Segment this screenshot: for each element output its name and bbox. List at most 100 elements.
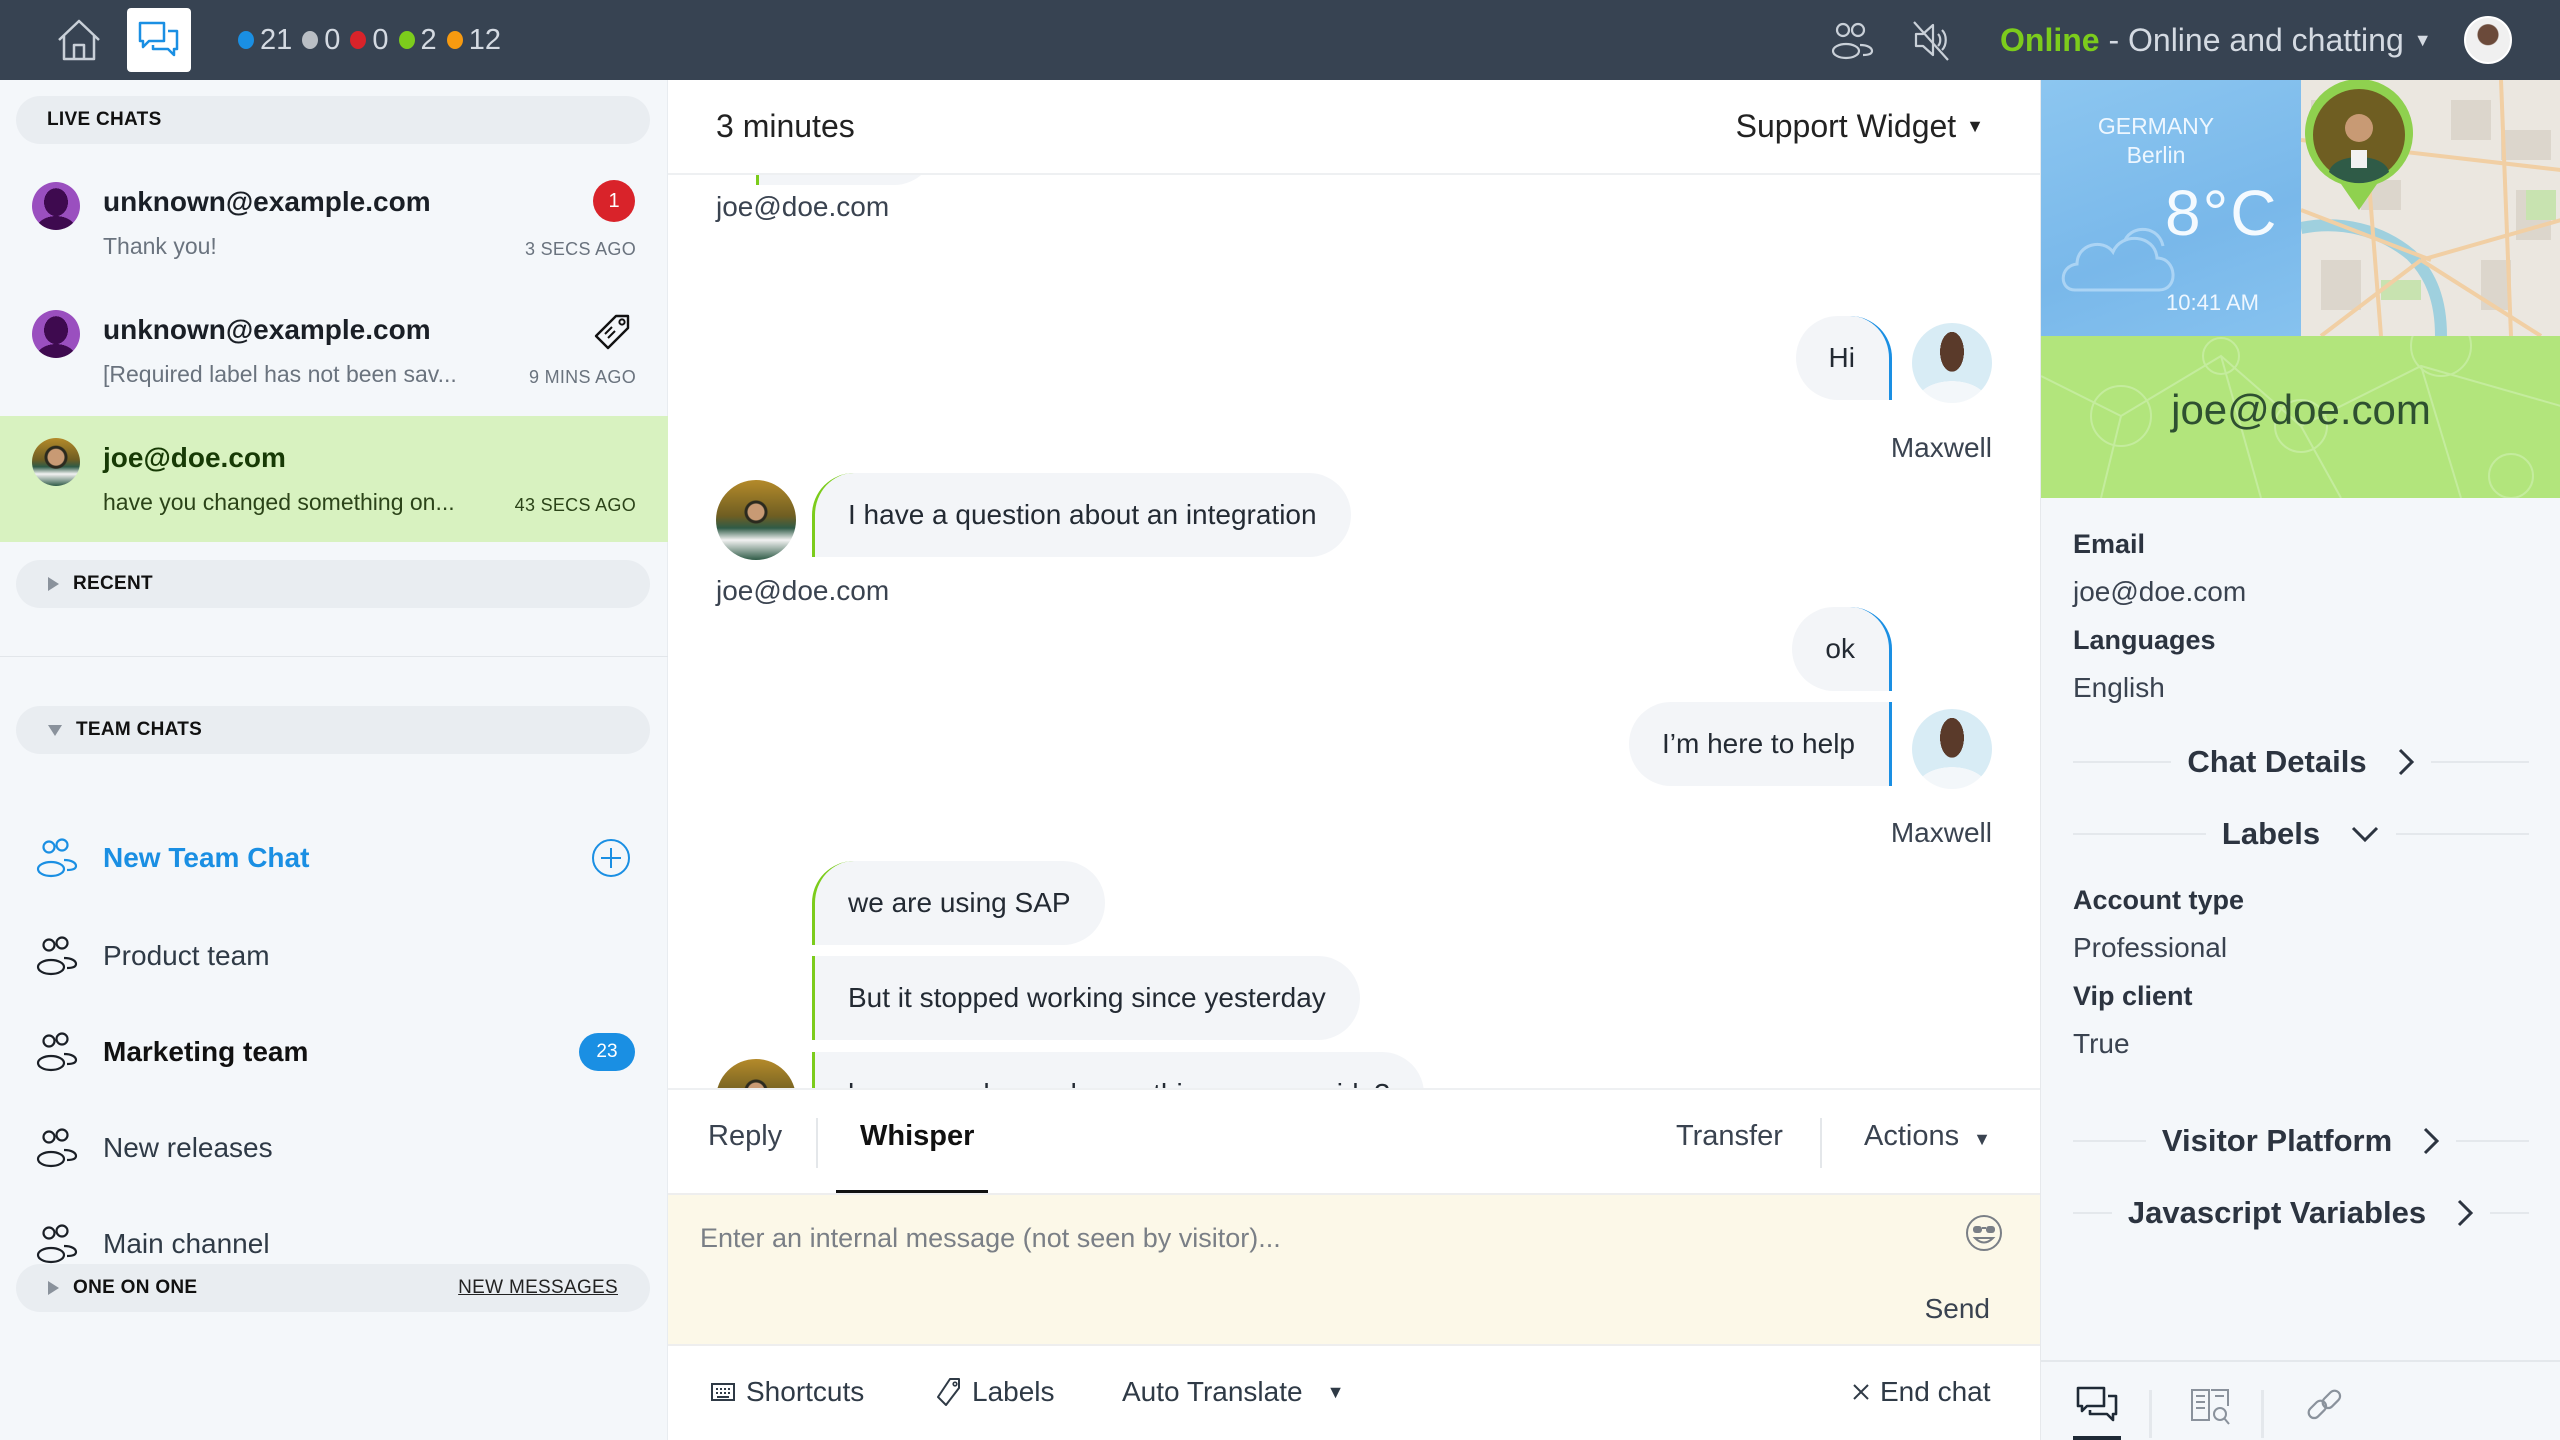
message-text: ok	[1825, 633, 1855, 664]
message-bubble-visitor: we are using SAP	[812, 861, 1105, 945]
visitor-info-panel: GERMANY Berlin 8°C 10:41 AM joe@doe.com …	[2040, 80, 2560, 1440]
team-chat-item[interactable]: Product team	[0, 916, 668, 996]
message-text: I’m here to help	[1662, 728, 1855, 759]
end-chat-button[interactable]: End chat	[1852, 1376, 1991, 1408]
label-details: Account type Professional Vip client Tru…	[2073, 876, 2529, 1068]
sender-name: Maxwell	[1890, 817, 1992, 848]
chat-status-counters: 21 0 0 2 12	[238, 18, 505, 62]
sender-name: Maxwell	[1890, 432, 1992, 463]
silhouette-avatar	[32, 182, 80, 230]
visitor-local-time: 10:41 AM	[2166, 290, 2259, 315]
team-chat-item[interactable]: Marketing team 23	[0, 1012, 668, 1092]
labels-toggle[interactable]: Labels	[2073, 804, 2529, 864]
plus-circle-icon[interactable]	[591, 838, 631, 878]
team-icon	[36, 1224, 78, 1264]
team-icon[interactable]	[1830, 20, 1874, 60]
message-text: I have a question about an integration	[848, 499, 1317, 530]
agent-avatar[interactable]	[2464, 16, 2512, 64]
chat-toolbar: Shortcuts Labels Auto Translate ▼ End ch…	[668, 1346, 2040, 1440]
counter-red[interactable]: 0	[350, 24, 389, 57]
team-chats-section-toggle[interactable]: TEAM CHATS	[16, 706, 650, 754]
message-list[interactable]: joe@doe.com Hi Maxwell I have a question…	[668, 175, 2040, 1168]
collapse-arrow-icon	[48, 724, 62, 736]
new-team-chat-button[interactable]: New Team Chat	[0, 818, 668, 898]
message-text: But it stopped working since yesterday	[848, 982, 1326, 1013]
unread-badge: 1	[593, 180, 635, 222]
caret-down-icon: ▼	[1973, 1129, 1991, 1149]
message-bubble-agent: Hi	[1795, 316, 1892, 400]
team-chat-label: Main channel	[103, 1228, 270, 1259]
one-on-one-section-toggle[interactable]: ONE ON ONE NEW MESSAGES	[16, 1264, 650, 1312]
tab-separator	[2149, 1390, 2152, 1438]
divider-line	[2430, 761, 2530, 763]
chats-nav-button[interactable]	[127, 8, 191, 72]
availability-status-dropdown[interactable]: Online - Online and chatting ▼	[2000, 18, 2432, 62]
recent-label: RECENT	[73, 573, 153, 594]
divider-line	[2073, 1212, 2112, 1214]
recent-section-toggle[interactable]: RECENT	[16, 560, 650, 608]
live-chat-item[interactable]: unknown@example.com Thank you! 1 3 SECS …	[0, 160, 668, 286]
labels-label: Labels	[972, 1376, 1055, 1407]
chevron-right-icon	[2398, 748, 2414, 776]
widget-dropdown[interactable]: Support Widget ▼	[1736, 108, 1984, 145]
field-label: Email	[2073, 529, 2146, 559]
auto-translate-label: Auto Translate	[1122, 1376, 1303, 1407]
message-bubble-visitor: I have a question about an integration	[812, 473, 1351, 557]
chevron-down-icon	[2352, 826, 2379, 843]
one-on-one-label: ONE ON ONE	[73, 1277, 198, 1298]
visitor-platform-toggle[interactable]: Visitor Platform	[2073, 1111, 2530, 1171]
close-icon	[1853, 1384, 1869, 1400]
knowledge-base-icon[interactable]	[2189, 1384, 2233, 1428]
live-chat-item-active[interactable]: joe@doe.com have you changed something o…	[0, 416, 668, 542]
chat-info-icon[interactable]	[2075, 1384, 2119, 1428]
unread-count-badge: 23	[579, 1033, 635, 1071]
agent-avatar	[1912, 323, 1992, 403]
chevron-right-icon	[2458, 1199, 2474, 1227]
chat-panel: 3 minutes Support Widget ▼ joe@doe.com H…	[668, 80, 2040, 1440]
live-chat-item[interactable]: unknown@example.com [Required label has …	[0, 288, 668, 414]
labels-button[interactable]: Labels	[936, 1376, 1055, 1408]
home-icon[interactable]	[56, 18, 102, 62]
team-chat-label: New releases	[103, 1132, 273, 1163]
auto-translate-dropdown[interactable]: Auto Translate ▼	[1122, 1376, 1344, 1408]
sender-name: joe@doe.com	[716, 575, 890, 606]
whisper-message-input[interactable]	[700, 1213, 1900, 1263]
chat-visitor-name: unknown@example.com	[103, 186, 431, 217]
joe-avatar	[716, 480, 796, 560]
sound-muted-icon[interactable]	[1910, 18, 1954, 62]
counter-orange[interactable]: 12	[446, 24, 501, 57]
new-messages-link[interactable]: NEW MESSAGES	[458, 1277, 618, 1299]
chat-duration: 3 minutes	[716, 108, 855, 144]
tag-icon	[937, 1378, 960, 1406]
team-icon	[36, 1032, 78, 1072]
joe-avatar	[32, 438, 80, 486]
team-chat-item[interactable]: New releases	[0, 1108, 668, 1188]
chat-time: 3 SECS AGO	[524, 239, 636, 259]
link-icon[interactable]	[2303, 1384, 2347, 1428]
counter-green[interactable]: 2	[398, 23, 437, 57]
chat-details-toggle[interactable]: Chat Details	[2073, 732, 2530, 792]
divider-line	[2073, 761, 2172, 763]
send-button[interactable]: Send	[1925, 1293, 1990, 1325]
tab-reply[interactable]: Reply	[708, 1120, 782, 1153]
field-value: joe@doe.com	[2073, 576, 2247, 607]
tab-whisper[interactable]: Whisper	[860, 1120, 974, 1153]
counter-value: 2	[420, 23, 437, 56]
actions-dropdown[interactable]: Actions ▼	[1864, 1120, 1991, 1153]
transfer-button[interactable]: Transfer	[1676, 1120, 1783, 1153]
visitor-header-band: joe@doe.com	[2041, 336, 2560, 498]
javascript-variables-toggle[interactable]: Javascript Variables	[2073, 1183, 2529, 1243]
field-label: Account type	[2073, 885, 2245, 915]
visitor-location-map[interactable]	[2301, 80, 2560, 336]
counter-blue[interactable]: 21	[238, 24, 292, 57]
live-chats-header: LIVE CHATS	[16, 96, 650, 144]
status-online-label: Online	[2000, 21, 2100, 58]
counter-grey[interactable]: 0	[302, 24, 340, 57]
counter-value: 21	[260, 23, 293, 56]
whisper-composer: Send	[668, 1193, 2040, 1346]
message-text: we are using SAP	[848, 887, 1071, 918]
emoji-icon[interactable]	[1964, 1213, 2004, 1253]
team-chats-label: TEAM CHATS	[76, 719, 203, 740]
chat-details-label: Chat Details	[2187, 744, 2367, 779]
shortcuts-button[interactable]: Shortcuts	[710, 1376, 864, 1408]
